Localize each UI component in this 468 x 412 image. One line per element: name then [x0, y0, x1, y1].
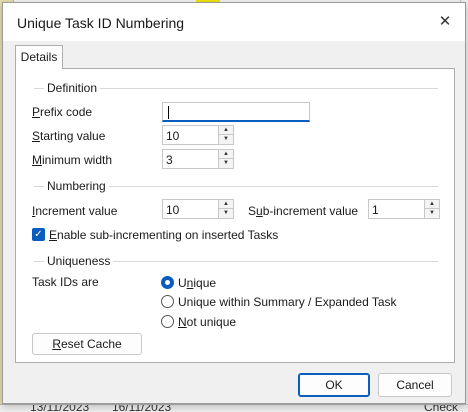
- minimum-width-spinner[interactable]: ▲ ▼: [218, 150, 233, 168]
- tab-details[interactable]: Details: [15, 45, 63, 69]
- sub-increment-value-spinbox[interactable]: 1 ▲ ▼: [368, 199, 440, 219]
- radio-unique-label[interactable]: Unique: [178, 276, 216, 290]
- dialog-titlebar[interactable]: Unique Task ID Numbering ✕: [3, 3, 465, 41]
- minimum-width-spinbox[interactable]: 3 ▲ ▼: [162, 149, 234, 169]
- spin-up-icon[interactable]: ▲: [219, 150, 233, 159]
- increment-value-label-rest: ncrement value: [35, 204, 118, 218]
- spin-up-icon[interactable]: ▲: [219, 126, 233, 135]
- increment-value-spinner[interactable]: ▲ ▼: [218, 200, 233, 218]
- text-caret: [168, 106, 169, 119]
- minimum-width-label-rest: inimum width: [42, 153, 113, 167]
- numbering-heading: Numbering: [44, 179, 109, 193]
- background-text: Check: [424, 404, 459, 412]
- enable-sub-increment-label: Enable sub-incrementing on inserted Task…: [49, 228, 279, 242]
- sub-increment-label-pre: S: [248, 204, 257, 218]
- radio-not-unique[interactable]: [161, 315, 174, 328]
- increment-value: 10: [166, 203, 180, 217]
- spin-down-icon[interactable]: ▼: [425, 209, 439, 218]
- starting-value-label-rest: tarting value: [40, 129, 106, 143]
- reset-cache-label-rest: eset Cache: [60, 337, 122, 351]
- definition-heading: Definition: [44, 81, 101, 95]
- cancel-button[interactable]: Cancel: [378, 373, 452, 397]
- ok-button[interactable]: OK: [298, 373, 370, 397]
- spin-down-icon[interactable]: ▼: [219, 135, 233, 144]
- starting-value: 10: [166, 129, 180, 143]
- prefix-code-input[interactable]: [162, 102, 310, 122]
- radio-not-unique-label-rest: ot unique: [186, 315, 237, 329]
- enable-sub-increment-label-rest: nable sub-incrementing on inserted Tasks: [57, 228, 279, 242]
- minimum-width-value: 3: [166, 153, 173, 167]
- radio-unique-label-pre: U: [178, 276, 187, 290]
- increment-value-spinbox[interactable]: 10 ▲ ▼: [162, 199, 234, 219]
- prefix-code-label: Prefix code: [32, 105, 93, 119]
- uniqueness-section: Uniqueness: [16, 254, 456, 268]
- starting-value-label: Starting value: [32, 129, 106, 143]
- spin-down-icon[interactable]: ▼: [219, 209, 233, 218]
- unique-task-id-dialog: Unique Task ID Numbering ✕ Details Defin…: [2, 2, 466, 404]
- sub-increment-label-rest: b-increment value: [262, 204, 359, 218]
- enable-sub-increment-checkbox[interactable]: ✓: [32, 228, 45, 241]
- prefix-code-label-rest: refix code: [40, 105, 93, 119]
- uniqueness-heading: Uniqueness: [44, 254, 114, 268]
- task-ids-are-label: Task IDs are: [32, 275, 99, 289]
- increment-value-label: Increment value: [32, 204, 118, 218]
- minimum-width-label: Minimum width: [32, 153, 113, 167]
- radio-unique-within-summary-label[interactable]: Unique within Summary / Expanded Task: [178, 295, 397, 309]
- radio-unique[interactable]: [161, 276, 174, 289]
- radio-not-unique-label[interactable]: Not unique: [178, 315, 236, 329]
- starting-value-spinbox[interactable]: 10 ▲ ▼: [162, 125, 234, 145]
- spin-down-icon[interactable]: ▼: [219, 159, 233, 168]
- details-panel: Definition Prefix code Starting value 10…: [15, 68, 455, 363]
- sub-increment-value-spinner[interactable]: ▲ ▼: [424, 200, 439, 218]
- background-date: 16/11/2023: [112, 404, 172, 412]
- radio-unique-within-summary[interactable]: [161, 295, 174, 308]
- definition-section: Definition: [16, 81, 456, 95]
- numbering-section: Numbering: [16, 179, 456, 193]
- background-date: 13/11/2023: [30, 404, 90, 412]
- radio-unique-label-rest: ique: [193, 276, 217, 290]
- starting-value-spinner[interactable]: ▲ ▼: [218, 126, 233, 144]
- sub-increment-value-label: Sub-increment value: [248, 204, 359, 218]
- reset-cache-button[interactable]: Reset Cache: [32, 333, 142, 355]
- spin-up-icon[interactable]: ▲: [425, 200, 439, 209]
- dialog-title: Unique Task ID Numbering: [17, 15, 185, 31]
- spin-up-icon[interactable]: ▲: [219, 200, 233, 209]
- close-icon[interactable]: ✕: [431, 9, 459, 35]
- background-app-bottom: 13/11/2023 16/11/2023 Check: [0, 404, 468, 412]
- sub-increment-value: 1: [372, 203, 379, 217]
